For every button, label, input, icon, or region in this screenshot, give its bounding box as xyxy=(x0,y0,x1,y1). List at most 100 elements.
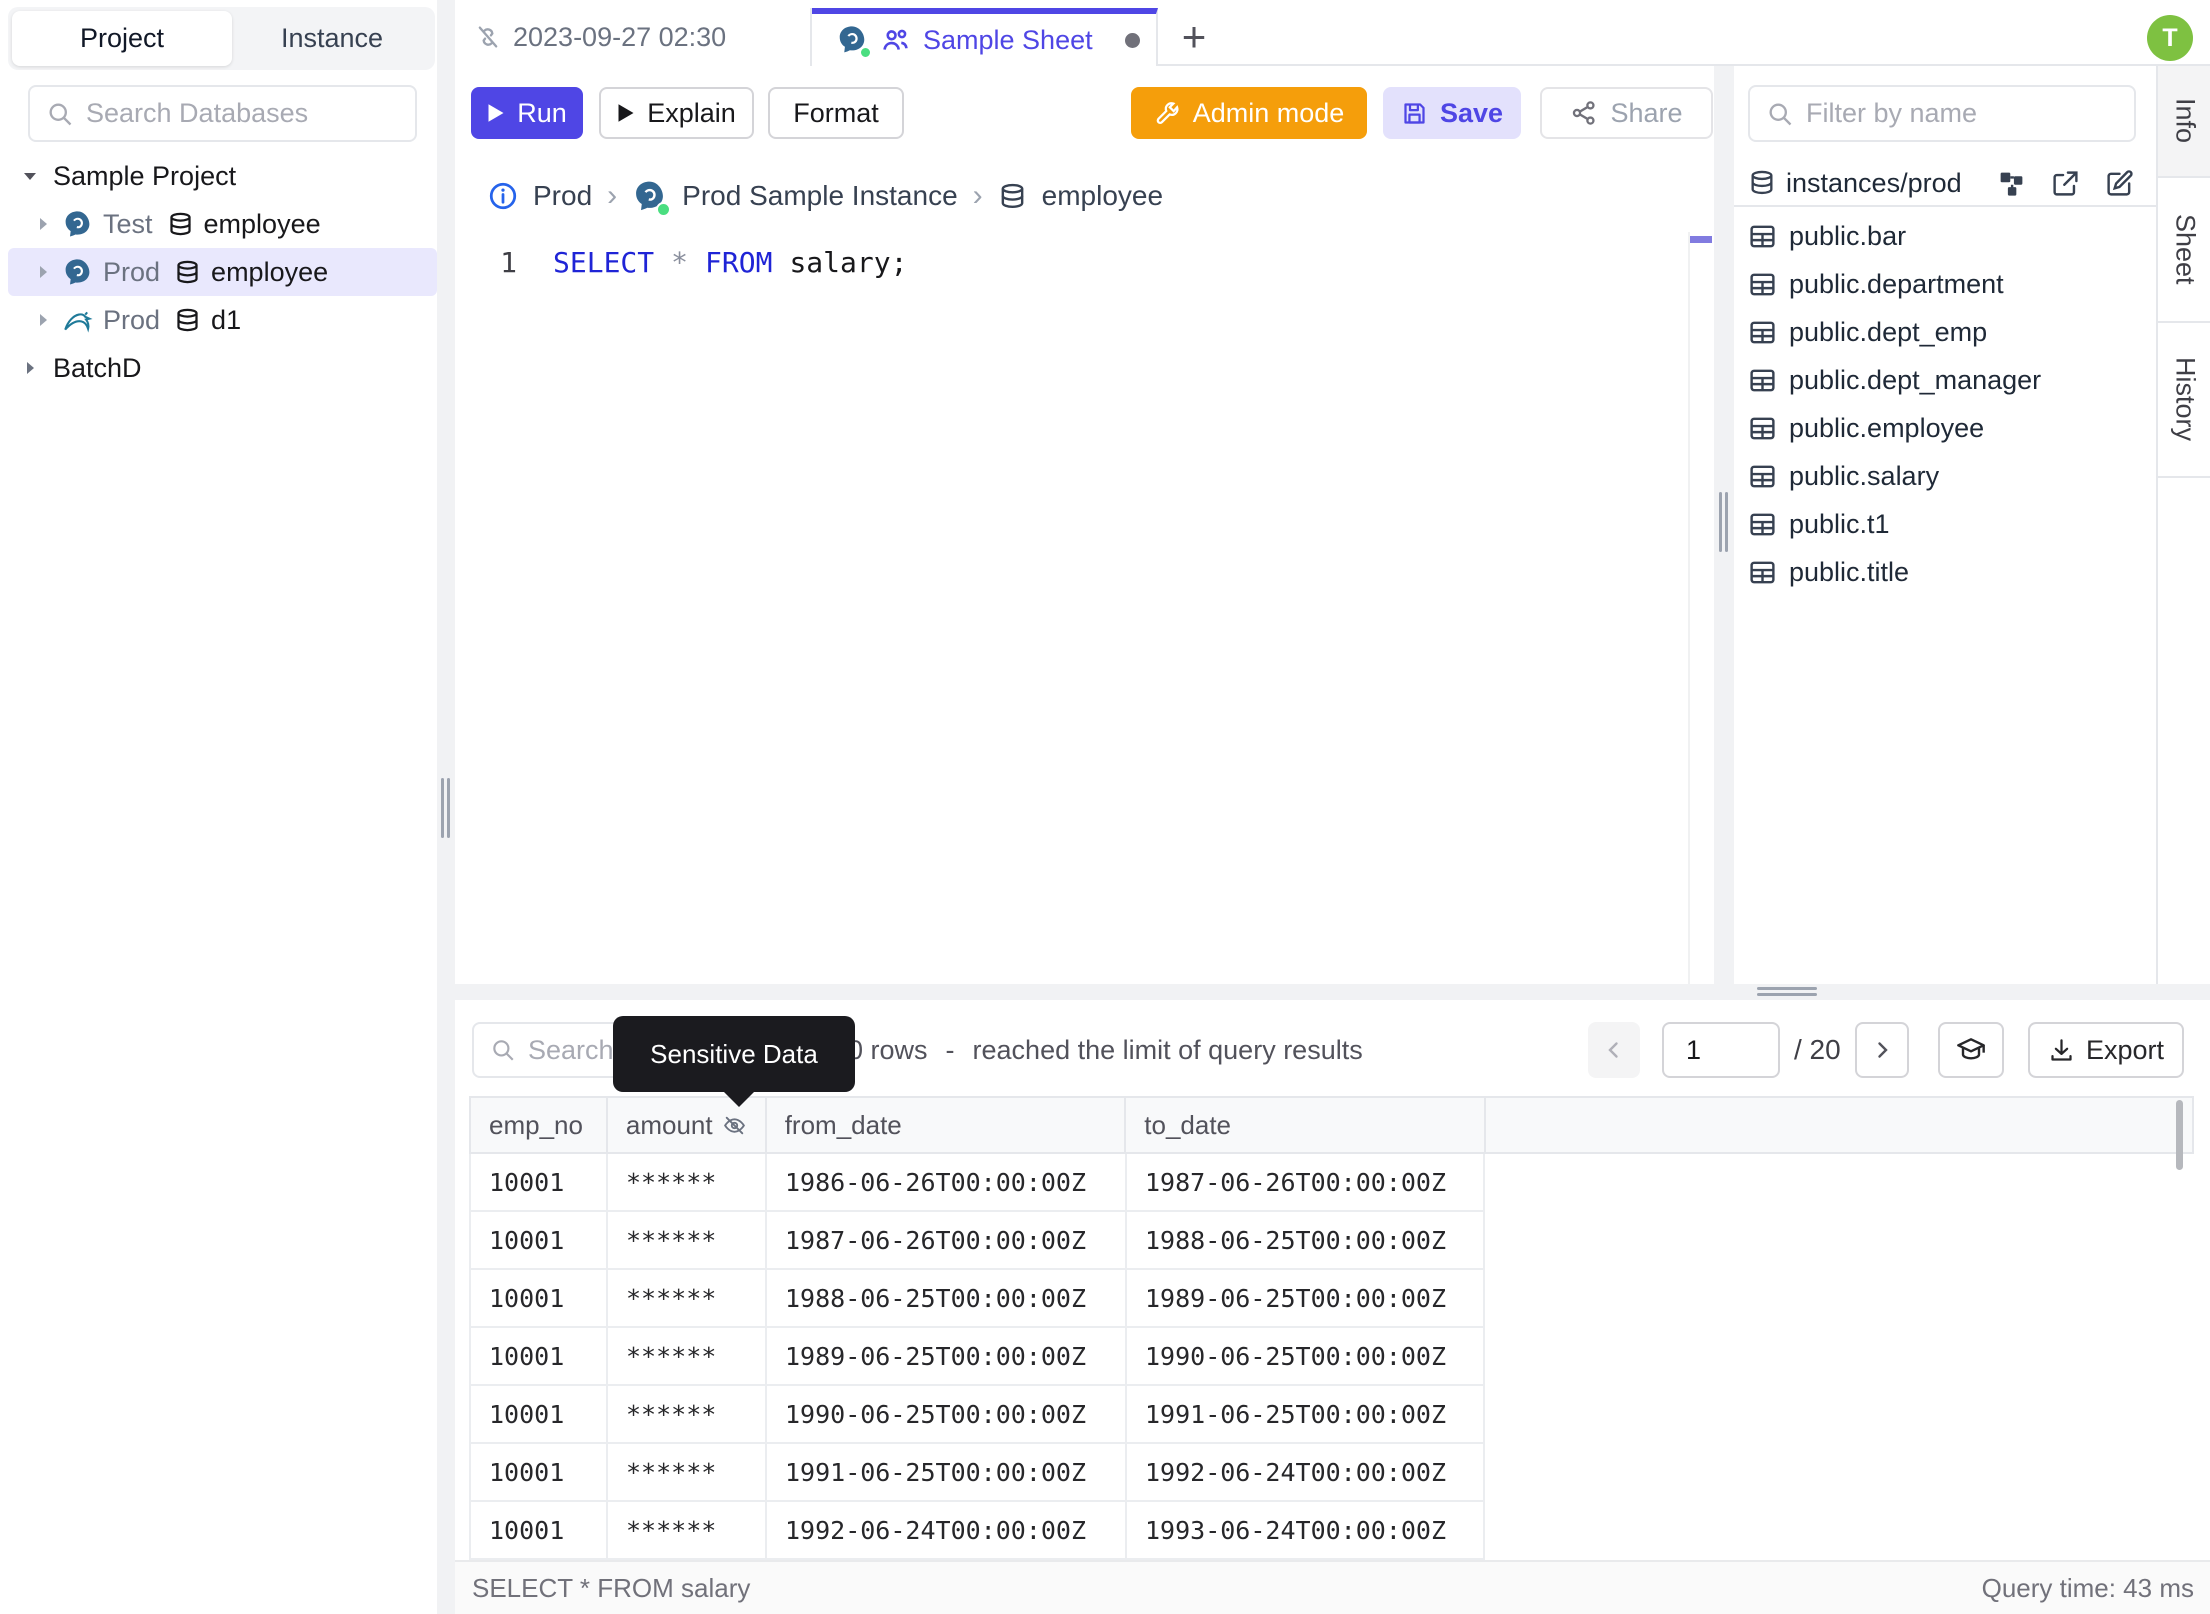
schema-diagram-icon[interactable] xyxy=(1997,169,2026,198)
cell[interactable]: 1988-06-25T00:00:00Z xyxy=(1125,1212,1485,1270)
schema-panel-resize-divider[interactable] xyxy=(1714,66,1734,984)
database-icon xyxy=(1751,170,1773,195)
drag-handle[interactable] xyxy=(441,778,444,838)
table-list-item[interactable]: public.salary xyxy=(1734,452,2156,500)
table-list-item[interactable]: public.dept_emp xyxy=(1734,308,2156,356)
cell[interactable]: 10001 xyxy=(469,1328,606,1386)
table-list: public.bar public.department public.dept… xyxy=(1734,212,2156,596)
masking-level-button[interactable] xyxy=(1938,1022,2004,1078)
cell[interactable]: 1990-06-25T00:00:00Z xyxy=(765,1386,1125,1444)
cell[interactable]: 1992-06-24T00:00:00Z xyxy=(765,1502,1125,1560)
cell[interactable]: 1989-06-25T00:00:00Z xyxy=(1125,1270,1485,1328)
drag-handle[interactable] xyxy=(1757,993,1817,996)
database-search[interactable] xyxy=(28,85,417,142)
next-page-button[interactable] xyxy=(1855,1022,1909,1078)
table-list-item[interactable]: public.bar xyxy=(1734,212,2156,260)
cell-masked[interactable]: ****** xyxy=(606,1444,765,1502)
table-list-item[interactable]: public.department xyxy=(1734,260,2156,308)
table-list-item[interactable]: public.t1 xyxy=(1734,500,2156,548)
cell[interactable]: 10001 xyxy=(469,1212,606,1270)
edit-icon[interactable] xyxy=(2105,169,2134,198)
database-search-input[interactable] xyxy=(86,98,399,129)
table-filter-input[interactable] xyxy=(1806,98,2118,129)
table-icon xyxy=(1750,273,1775,295)
table-list-item[interactable]: public.dept_manager xyxy=(1734,356,2156,404)
results-resize-divider[interactable] xyxy=(455,984,2210,1000)
cell[interactable]: 10001 xyxy=(469,1154,606,1212)
column-header-emp-no[interactable]: emp_no xyxy=(469,1098,606,1152)
drag-handle[interactable] xyxy=(447,778,450,838)
cell-masked[interactable]: ****** xyxy=(606,1154,765,1212)
cell[interactable]: 10001 xyxy=(469,1386,606,1444)
cell-masked[interactable]: ****** xyxy=(606,1502,765,1560)
database-icon xyxy=(169,212,191,235)
new-tab-button[interactable]: + xyxy=(1170,8,1218,66)
wrench-icon xyxy=(1156,101,1179,124)
format-button[interactable]: Format xyxy=(768,87,904,139)
cell[interactable]: 1987-06-26T00:00:00Z xyxy=(765,1212,1125,1270)
cell-masked[interactable]: ****** xyxy=(606,1212,765,1270)
tab-sample-sheet[interactable]: Sample Sheet xyxy=(812,8,1158,66)
breadcrumb-env[interactable]: Prod xyxy=(533,180,592,212)
table-list-item[interactable]: public.title xyxy=(1734,548,2156,596)
page-number-input[interactable] xyxy=(1662,1022,1780,1078)
column-header-from-date[interactable]: from_date xyxy=(764,1098,1125,1152)
sidebar-item-test-employee[interactable]: Test employee xyxy=(0,200,437,248)
breadcrumb-database[interactable]: employee xyxy=(1042,180,1163,212)
export-button[interactable]: Export xyxy=(2028,1022,2184,1078)
cell[interactable]: 1991-06-25T00:00:00Z xyxy=(1125,1386,1485,1444)
explain-button[interactable]: Explain xyxy=(599,87,754,139)
run-button[interactable]: Run xyxy=(471,87,583,139)
tab-history[interactable]: History xyxy=(2158,323,2210,478)
cell[interactable]: 1993-06-24T00:00:00Z xyxy=(1125,1502,1485,1560)
cell[interactable]: 1990-06-25T00:00:00Z xyxy=(1125,1328,1485,1386)
sidebar-item-sample-project[interactable]: Sample Project xyxy=(0,152,437,200)
breadcrumb-instance[interactable]: Prod Sample Instance xyxy=(682,180,958,212)
cell[interactable]: 1991-06-25T00:00:00Z xyxy=(765,1444,1125,1502)
tab-untitled-sheet[interactable]: 2023-09-27 02:30 xyxy=(455,8,812,66)
cell[interactable]: 10001 xyxy=(469,1444,606,1502)
cell[interactable]: 1989-06-25T00:00:00Z xyxy=(765,1328,1125,1386)
connection-status-dot xyxy=(859,46,872,59)
separator: - xyxy=(945,1034,955,1065)
sidebar-item-batchd[interactable]: BatchD xyxy=(0,344,437,392)
avatar[interactable]: T xyxy=(2147,15,2193,61)
table-list-item[interactable]: public.employee xyxy=(1734,404,2156,452)
drag-handle[interactable] xyxy=(1725,492,1728,552)
share-button[interactable]: Share xyxy=(1540,87,1713,139)
prev-page-button[interactable] xyxy=(1588,1022,1640,1078)
sidebar-item-prod-d1[interactable]: Prod d1 xyxy=(0,296,437,344)
drag-handle[interactable] xyxy=(1757,987,1817,990)
unlink-icon xyxy=(478,26,498,48)
cell-masked[interactable]: ****** xyxy=(606,1270,765,1328)
table-icon xyxy=(1750,225,1775,247)
tab-info[interactable]: Info xyxy=(2158,66,2210,178)
cell[interactable]: 10001 xyxy=(469,1502,606,1560)
sql-editor-line[interactable]: SELECT * FROM salary; xyxy=(553,246,907,279)
save-button[interactable]: Save xyxy=(1383,87,1521,139)
tab-instance[interactable]: Instance xyxy=(232,7,432,70)
drag-handle[interactable] xyxy=(1719,492,1722,552)
cell-masked[interactable]: ****** xyxy=(606,1328,765,1386)
schema-panel-header: instances/prod xyxy=(1734,160,2156,206)
admin-mode-button[interactable]: Admin mode xyxy=(1131,87,1367,139)
external-link-icon[interactable] xyxy=(2051,169,2080,198)
cell[interactable]: 10001 xyxy=(469,1270,606,1328)
eye-off-icon[interactable] xyxy=(722,1113,747,1138)
cell[interactable]: 1988-06-25T00:00:00Z xyxy=(765,1270,1125,1328)
tab-project[interactable]: Project xyxy=(12,11,232,66)
tab-label: 2023-09-27 02:30 xyxy=(513,21,727,52)
sql-operator: * xyxy=(671,246,689,279)
column-header-to-date[interactable]: to_date xyxy=(1124,1098,1484,1152)
sidebar-tab-switcher: Project Instance xyxy=(8,7,435,70)
table-filter[interactable] xyxy=(1748,85,2136,142)
cell-masked[interactable]: ****** xyxy=(606,1386,765,1444)
cell[interactable]: 1992-06-24T00:00:00Z xyxy=(1125,1444,1485,1502)
sidebar-item-prod-employee[interactable]: Prod employee xyxy=(0,248,437,296)
sidebar-resize-divider[interactable] xyxy=(437,0,455,1614)
info-icon[interactable] xyxy=(488,181,518,211)
results-scrollbar-thumb[interactable] xyxy=(2176,1100,2183,1170)
cell[interactable]: 1987-06-26T00:00:00Z xyxy=(1125,1154,1485,1212)
cell[interactable]: 1986-06-26T00:00:00Z xyxy=(765,1154,1125,1212)
tab-sheet[interactable]: Sheet xyxy=(2158,178,2210,323)
